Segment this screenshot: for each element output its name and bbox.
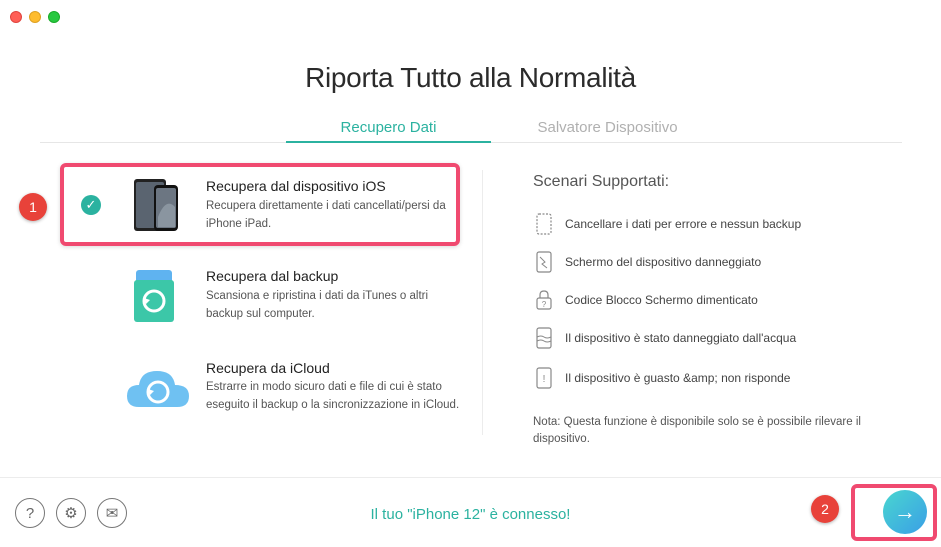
close-window-button[interactable]	[10, 11, 22, 23]
annotation-badge-2: 2	[811, 495, 839, 523]
option-icloud-desc: Estrarre in modo sicuro dati e file di c…	[206, 381, 460, 411]
deleted-phone-icon	[533, 212, 555, 236]
connection-status: Il tuo "iPhone 12" è connesso!	[370, 506, 571, 523]
footer-divider	[0, 477, 941, 478]
broken-screen-icon	[533, 250, 555, 274]
scenario-label: Il dispositivo è stato danneggiato dall'…	[565, 331, 797, 345]
annotation-badge-1: 1	[19, 193, 47, 221]
window-controls	[10, 11, 60, 23]
arrow-right-icon: →	[894, 499, 916, 524]
backup-file-icon	[132, 268, 178, 324]
icloud-icon	[125, 363, 191, 409]
scenario-item: Cancellare i dati per errore e nessun ba…	[533, 212, 801, 236]
scenarios-title: Scenari Supportati:	[533, 173, 670, 190]
lock-question-icon: ?	[533, 288, 555, 312]
selected-check-icon: ✓	[81, 195, 101, 215]
active-tab-indicator	[286, 141, 491, 143]
option-ios-desc: Recupera direttamente i dati cancellati/…	[206, 200, 446, 230]
option-icloud-title: Recupera da iCloud	[206, 360, 330, 376]
scenarios-note: Nota: Questa funzione è disponibile solo…	[533, 416, 861, 445]
scenario-label: Il dispositivo è guasto &amp; non rispon…	[565, 371, 791, 385]
tab-recupero-dati[interactable]: Recupero Dati	[286, 119, 491, 136]
scenario-item: ! Il dispositivo è guasto &amp; non risp…	[533, 366, 790, 390]
zoom-window-button[interactable]	[48, 11, 60, 23]
page-title: Riporta Tutto alla Normalità	[305, 62, 636, 93]
option-backup-title: Recupera dal backup	[206, 268, 339, 284]
next-button[interactable]: →	[883, 490, 927, 534]
tab-salvatore-dispositivo[interactable]: Salvatore Dispositivo	[505, 119, 710, 136]
scenario-label: Codice Blocco Schermo dimenticato	[565, 293, 758, 307]
scenario-item: Schermo del dispositivo danneggiato	[533, 250, 761, 274]
minimize-window-button[interactable]	[29, 11, 41, 23]
warning-phone-icon: !	[533, 366, 555, 390]
scenario-label: Schermo del dispositivo danneggiato	[565, 255, 762, 269]
scenario-label: Cancellare i dati per errore e nessun ba…	[565, 217, 802, 231]
iphone-ipad-icon	[132, 177, 180, 233]
water-damage-icon	[533, 326, 555, 350]
scenario-item: ? Codice Blocco Schermo dimenticato	[533, 288, 758, 312]
scenario-item: Il dispositivo è stato danneggiato dall'…	[533, 326, 796, 350]
svg-text:!: !	[543, 374, 546, 385]
option-backup-desc: Scansiona e ripristina i dati da iTunes …	[206, 290, 429, 320]
svg-text:?: ?	[542, 300, 547, 309]
panel-divider	[482, 170, 483, 435]
option-ios-title: Recupera dal dispositivo iOS	[206, 178, 386, 194]
